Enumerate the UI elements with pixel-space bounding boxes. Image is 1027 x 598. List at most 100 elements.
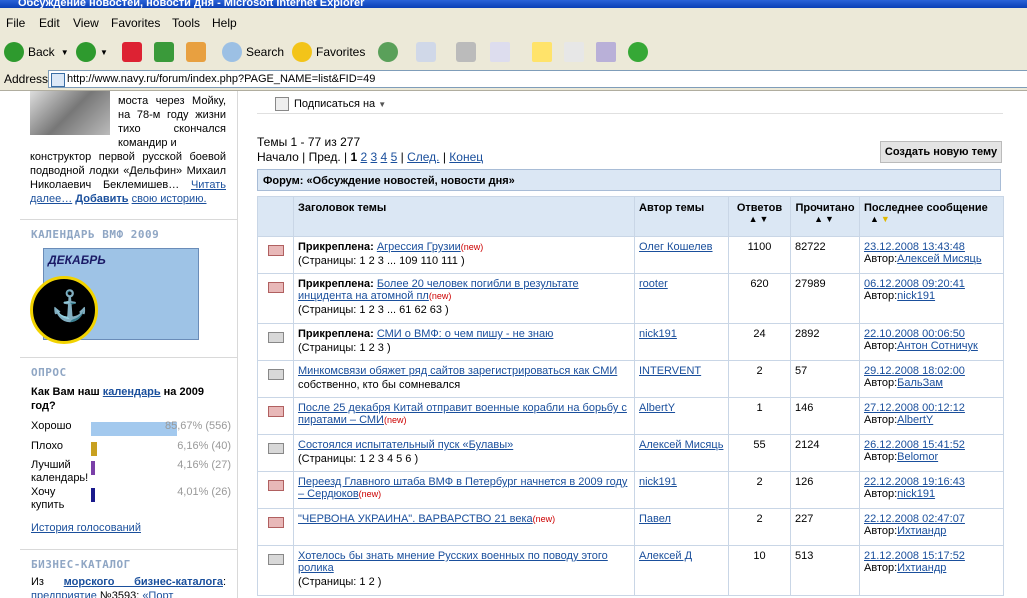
pager-next-link[interactable]: След. — [407, 150, 439, 164]
menu-view[interactable]: View — [73, 16, 99, 30]
replies-column-header[interactable]: Ответов ▲▼ — [728, 196, 791, 237]
topic-author-link[interactable]: Алексей Д — [639, 550, 692, 562]
topic-title-link[interactable]: Хотелось бы знать мнение Русских военных… — [298, 550, 608, 574]
last-post-date-link[interactable]: 22.12.2008 02:47:07 — [864, 513, 965, 525]
sort-arrows-icon[interactable]: ▲▼ — [733, 214, 786, 224]
history-button[interactable] — [378, 40, 402, 64]
topic-title-link[interactable]: После 25 декабря Китай отправит военные … — [298, 402, 627, 426]
subscribe-dropdown[interactable]: Подписаться на ▼ — [257, 91, 1003, 114]
last-column-header[interactable]: Последнее сообщение ▲▼ — [859, 196, 1004, 237]
topic-author-link[interactable]: Олег Кошелев — [639, 241, 713, 253]
topic-author-link[interactable]: nick191 — [639, 328, 677, 340]
business-company-link[interactable]: предприятие — [31, 590, 97, 598]
last-post-author-link[interactable]: Ихтиандр — [897, 562, 946, 574]
add-story-link[interactable]: Добавить — [75, 193, 128, 205]
back-arrow-icon — [4, 42, 24, 62]
mail-button[interactable] — [416, 40, 440, 64]
poll-option: Хочу купить 4,01% (26) — [31, 486, 231, 512]
research-icon — [596, 42, 616, 62]
business-catalog-link[interactable]: морского бизнес-каталога — [64, 576, 223, 588]
menu-help[interactable]: Help — [212, 16, 237, 30]
print-button[interactable] — [456, 40, 480, 64]
topic-author-link[interactable]: Алексей Мисяць — [639, 439, 723, 451]
last-post-author-link[interactable]: nick191 — [897, 290, 935, 302]
topic-author-link[interactable]: nick191 — [639, 476, 677, 488]
topic-pages[interactable]: (Страницы: 1 2 3 ... 61 62 63 ) — [298, 304, 630, 316]
calendar-link[interactable]: календарь — [103, 386, 161, 398]
menu-tools[interactable]: Tools — [172, 16, 200, 30]
home-button[interactable] — [186, 40, 210, 64]
last-post-author-link[interactable]: БальЗам — [897, 377, 943, 389]
edit-button[interactable] — [490, 40, 514, 64]
pager-page-link[interactable]: 4 — [381, 150, 388, 164]
last-post-date-link[interactable]: 22.12.2008 19:16:43 — [864, 476, 965, 488]
last-post-date-link[interactable]: 26.12.2008 15:41:52 — [864, 439, 965, 451]
menu-favorites[interactable]: Favorites — [111, 16, 160, 30]
note-button[interactable] — [532, 40, 556, 64]
topic-title-link[interactable]: Состоялся испытательный пуск «Булавы» — [298, 439, 513, 451]
last-post-date-link[interactable]: 22.10.2008 00:06:50 — [864, 328, 965, 340]
topic-title-link[interactable]: "ЧЕРВОНА УКРАИНА". ВАРВАРСТВО 21 века — [298, 513, 533, 525]
sort-arrows-icon[interactable]: ▲▼ — [795, 214, 855, 224]
address-input[interactable]: http://www.navy.ru/forum/index.php?PAGE_… — [48, 70, 1027, 88]
menu-file[interactable]: File — [6, 16, 25, 30]
pager-page-link[interactable]: 3 — [371, 150, 378, 164]
last-post-date-link[interactable]: 21.12.2008 15:17:52 — [864, 550, 965, 562]
topic-author-link[interactable]: AlbertY — [639, 402, 675, 414]
topic-author-link[interactable]: INTERVENT — [639, 365, 701, 377]
messenger-button[interactable] — [628, 40, 652, 64]
search-button[interactable]: Search — [222, 40, 284, 64]
topic-title-link[interactable]: Переезд Главного штаба ВМФ в Петербург н… — [298, 476, 627, 500]
topic-pages[interactable]: (Страницы: 1 2 3 ) — [298, 342, 630, 354]
back-button[interactable]: Back ▼ — [4, 40, 69, 64]
note-icon — [532, 42, 552, 62]
spellcheck-button[interactable] — [564, 40, 588, 64]
topic-pages[interactable]: (Страницы: 1 2 3 4 5 6 ) — [298, 453, 630, 465]
stop-button[interactable] — [122, 40, 146, 64]
refresh-button[interactable] — [154, 40, 178, 64]
topic-pages[interactable]: (Страницы: 1 2 3 ... 109 110 111 ) — [298, 255, 630, 267]
topic-author-link[interactable]: Павел — [639, 513, 671, 525]
poll-history-link[interactable]: История голосований — [31, 522, 141, 534]
back-label: Back — [28, 45, 55, 59]
sort-arrows-icon[interactable]: ▲▼ — [864, 214, 999, 224]
topic-author-link[interactable]: rooter — [639, 278, 668, 290]
last-post-author-link[interactable]: nick191 — [897, 488, 935, 500]
new-topic-button[interactable]: Создать новую тему — [880, 141, 1002, 163]
forward-button[interactable]: ▼ — [76, 40, 108, 64]
last-post-cell: 22.10.2008 00:06:50 Автор:Антон Сотничук — [859, 323, 1004, 361]
last-post-author-link[interactable]: AlbertY — [897, 414, 933, 426]
pager-end-link[interactable]: Конец — [449, 150, 483, 164]
last-post-date-link[interactable]: 29.12.2008 18:02:00 — [864, 365, 965, 377]
chevron-down-icon: ▼ — [100, 47, 108, 57]
topic-title-link[interactable]: СМИ о ВМФ: о чем пишу - не знаю — [377, 328, 554, 340]
topic-title-cell: Хотелось бы знать мнение Русских военных… — [293, 545, 635, 596]
last-post-author-link[interactable]: Ихтиандр — [897, 525, 946, 537]
biz-d: №3593: — [99, 590, 140, 598]
pager-page-link[interactable]: 5 — [391, 150, 398, 164]
calendar-banner[interactable]: ДЕКАБРЬ ⚓ — [30, 248, 199, 344]
last-post-date-link[interactable]: 27.12.2008 00:12:12 — [864, 402, 965, 414]
views-column-header[interactable]: Прочитано ▲▼ — [790, 196, 860, 237]
replies-cell: 2 — [728, 360, 791, 398]
last-post-date-link[interactable]: 06.12.2008 09:20:41 — [864, 278, 965, 290]
last-post-author-link[interactable]: Belomor — [897, 451, 938, 463]
business-port-link[interactable]: «Порт — [142, 590, 173, 598]
pager-page-link[interactable]: 2 — [360, 150, 367, 164]
author-prefix: Автор: — [864, 340, 898, 352]
research-button[interactable] — [596, 40, 620, 64]
topic-title-link[interactable]: Минкомсвязи обяжет ряд сайтов зарегистри… — [298, 365, 617, 377]
topic-title-link[interactable]: Агрессия Грузии — [377, 241, 461, 253]
topic-author-cell: Олег Кошелев — [634, 236, 729, 274]
search-icon — [222, 42, 242, 62]
menu-edit[interactable]: Edit — [39, 16, 60, 30]
add-story-tail-link[interactable]: свою историю. — [132, 193, 207, 205]
last-post-author-link[interactable]: Антон Сотничук — [897, 340, 978, 352]
page-content: моста через Мойку, на 78-м году жизни ти… — [0, 91, 1027, 598]
topic-title-cell: После 25 декабря Китай отправит военные … — [293, 397, 635, 435]
topic-author-cell: nick191 — [634, 471, 729, 509]
favorites-button[interactable]: Favorites — [292, 40, 365, 64]
topic-pages[interactable]: (Страницы: 1 2 ) — [298, 576, 630, 588]
last-post-date-link[interactable]: 23.12.2008 13:43:48 — [864, 241, 965, 253]
last-post-author-link[interactable]: Алексей Мисяць — [897, 253, 981, 265]
